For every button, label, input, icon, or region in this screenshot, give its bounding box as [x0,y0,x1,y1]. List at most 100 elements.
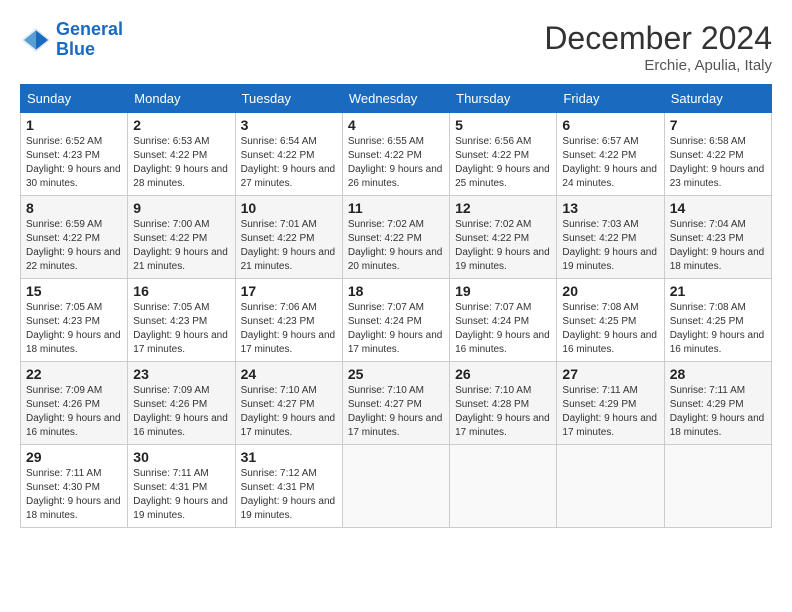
day-cell-10: 10 Sunrise: 7:01 AM Sunset: 4:22 PM Dayl… [235,196,342,279]
day-info: Sunrise: 7:07 AM Sunset: 4:24 PM Dayligh… [348,301,444,357]
day-number: 16 [133,283,229,299]
day-info: Sunrise: 6:52 AM Sunset: 4:23 PM Dayligh… [26,135,122,191]
day-info: Sunrise: 7:08 AM Sunset: 4:25 PM Dayligh… [670,301,766,357]
day-number: 4 [348,117,444,133]
location-subtitle: Erchie, Apulia, Italy [544,57,772,74]
col-saturday: Saturday [664,85,771,113]
day-info: Sunrise: 7:09 AM Sunset: 4:26 PM Dayligh… [26,384,122,440]
day-info: Sunrise: 7:10 AM Sunset: 4:28 PM Dayligh… [455,384,551,440]
day-cell-2: 2 Sunrise: 6:53 AM Sunset: 4:22 PM Dayli… [128,113,235,196]
day-cell-20: 20 Sunrise: 7:08 AM Sunset: 4:25 PM Dayl… [557,279,664,362]
day-number: 26 [455,366,551,382]
day-number: 22 [26,366,122,382]
day-number: 17 [241,283,337,299]
day-number: 31 [241,449,337,465]
day-info: Sunrise: 7:04 AM Sunset: 4:23 PM Dayligh… [670,218,766,274]
col-wednesday: Wednesday [342,85,449,113]
day-info: Sunrise: 7:08 AM Sunset: 4:25 PM Dayligh… [562,301,658,357]
day-info: Sunrise: 6:54 AM Sunset: 4:22 PM Dayligh… [241,135,337,191]
day-info: Sunrise: 6:58 AM Sunset: 4:22 PM Dayligh… [670,135,766,191]
day-number: 9 [133,200,229,216]
day-number: 6 [562,117,658,133]
day-info: Sunrise: 7:01 AM Sunset: 4:22 PM Dayligh… [241,218,337,274]
day-info: Sunrise: 7:10 AM Sunset: 4:27 PM Dayligh… [348,384,444,440]
day-number: 15 [26,283,122,299]
day-info: Sunrise: 7:11 AM Sunset: 4:29 PM Dayligh… [562,384,658,440]
day-cell-1: 1 Sunrise: 6:52 AM Sunset: 4:23 PM Dayli… [21,113,128,196]
empty-cell [342,445,449,528]
day-info: Sunrise: 7:02 AM Sunset: 4:22 PM Dayligh… [348,218,444,274]
day-info: Sunrise: 7:02 AM Sunset: 4:22 PM Dayligh… [455,218,551,274]
logo-text: General Blue [56,20,123,60]
day-number: 14 [670,200,766,216]
day-info: Sunrise: 7:12 AM Sunset: 4:31 PM Dayligh… [241,467,337,523]
day-number: 5 [455,117,551,133]
day-number: 30 [133,449,229,465]
calendar-week-2: 8 Sunrise: 6:59 AM Sunset: 4:22 PM Dayli… [21,196,772,279]
day-cell-28: 28 Sunrise: 7:11 AM Sunset: 4:29 PM Dayl… [664,362,771,445]
col-tuesday: Tuesday [235,85,342,113]
day-number: 1 [26,117,122,133]
title-area: December 2024 Erchie, Apulia, Italy [544,20,772,74]
day-cell-25: 25 Sunrise: 7:10 AM Sunset: 4:27 PM Dayl… [342,362,449,445]
day-cell-18: 18 Sunrise: 7:07 AM Sunset: 4:24 PM Dayl… [342,279,449,362]
day-number: 21 [670,283,766,299]
col-sunday: Sunday [21,85,128,113]
day-info: Sunrise: 6:59 AM Sunset: 4:22 PM Dayligh… [26,218,122,274]
header: General Blue December 2024 Erchie, Apuli… [20,20,772,74]
day-info: Sunrise: 7:05 AM Sunset: 4:23 PM Dayligh… [133,301,229,357]
day-cell-3: 3 Sunrise: 6:54 AM Sunset: 4:22 PM Dayli… [235,113,342,196]
day-cell-19: 19 Sunrise: 7:07 AM Sunset: 4:24 PM Dayl… [450,279,557,362]
day-number: 19 [455,283,551,299]
day-number: 13 [562,200,658,216]
day-info: Sunrise: 7:11 AM Sunset: 4:29 PM Dayligh… [670,384,766,440]
day-info: Sunrise: 7:11 AM Sunset: 4:30 PM Dayligh… [26,467,122,523]
calendar-week-1: 1 Sunrise: 6:52 AM Sunset: 4:23 PM Dayli… [21,113,772,196]
day-info: Sunrise: 6:53 AM Sunset: 4:22 PM Dayligh… [133,135,229,191]
day-number: 18 [348,283,444,299]
day-cell-11: 11 Sunrise: 7:02 AM Sunset: 4:22 PM Dayl… [342,196,449,279]
day-info: Sunrise: 7:00 AM Sunset: 4:22 PM Dayligh… [133,218,229,274]
logo-icon [20,24,52,56]
day-info: Sunrise: 7:06 AM Sunset: 4:23 PM Dayligh… [241,301,337,357]
day-number: 23 [133,366,229,382]
day-cell-6: 6 Sunrise: 6:57 AM Sunset: 4:22 PM Dayli… [557,113,664,196]
calendar-week-4: 22 Sunrise: 7:09 AM Sunset: 4:26 PM Dayl… [21,362,772,445]
day-number: 29 [26,449,122,465]
logo: General Blue [20,20,123,60]
day-info: Sunrise: 7:10 AM Sunset: 4:27 PM Dayligh… [241,384,337,440]
day-number: 27 [562,366,658,382]
day-cell-30: 30 Sunrise: 7:11 AM Sunset: 4:31 PM Dayl… [128,445,235,528]
day-cell-4: 4 Sunrise: 6:55 AM Sunset: 4:22 PM Dayli… [342,113,449,196]
day-number: 8 [26,200,122,216]
col-thursday: Thursday [450,85,557,113]
day-number: 10 [241,200,337,216]
day-number: 3 [241,117,337,133]
day-cell-22: 22 Sunrise: 7:09 AM Sunset: 4:26 PM Dayl… [21,362,128,445]
day-cell-16: 16 Sunrise: 7:05 AM Sunset: 4:23 PM Dayl… [128,279,235,362]
day-info: Sunrise: 6:56 AM Sunset: 4:22 PM Dayligh… [455,135,551,191]
day-cell-17: 17 Sunrise: 7:06 AM Sunset: 4:23 PM Dayl… [235,279,342,362]
day-cell-14: 14 Sunrise: 7:04 AM Sunset: 4:23 PM Dayl… [664,196,771,279]
day-info: Sunrise: 7:05 AM Sunset: 4:23 PM Dayligh… [26,301,122,357]
calendar-week-3: 15 Sunrise: 7:05 AM Sunset: 4:23 PM Dayl… [21,279,772,362]
calendar-table: Sunday Monday Tuesday Wednesday Thursday… [20,84,772,528]
day-info: Sunrise: 7:03 AM Sunset: 4:22 PM Dayligh… [562,218,658,274]
day-cell-5: 5 Sunrise: 6:56 AM Sunset: 4:22 PM Dayli… [450,113,557,196]
day-cell-9: 9 Sunrise: 7:00 AM Sunset: 4:22 PM Dayli… [128,196,235,279]
day-info: Sunrise: 6:57 AM Sunset: 4:22 PM Dayligh… [562,135,658,191]
month-title: December 2024 [544,20,772,57]
day-number: 12 [455,200,551,216]
day-number: 7 [670,117,766,133]
day-cell-31: 31 Sunrise: 7:12 AM Sunset: 4:31 PM Dayl… [235,445,342,528]
day-info: Sunrise: 7:07 AM Sunset: 4:24 PM Dayligh… [455,301,551,357]
day-number: 24 [241,366,337,382]
empty-cell [664,445,771,528]
day-number: 11 [348,200,444,216]
day-number: 28 [670,366,766,382]
day-cell-7: 7 Sunrise: 6:58 AM Sunset: 4:22 PM Dayli… [664,113,771,196]
col-friday: Friday [557,85,664,113]
logo-line1: General [56,19,123,39]
col-monday: Monday [128,85,235,113]
day-cell-13: 13 Sunrise: 7:03 AM Sunset: 4:22 PM Dayl… [557,196,664,279]
